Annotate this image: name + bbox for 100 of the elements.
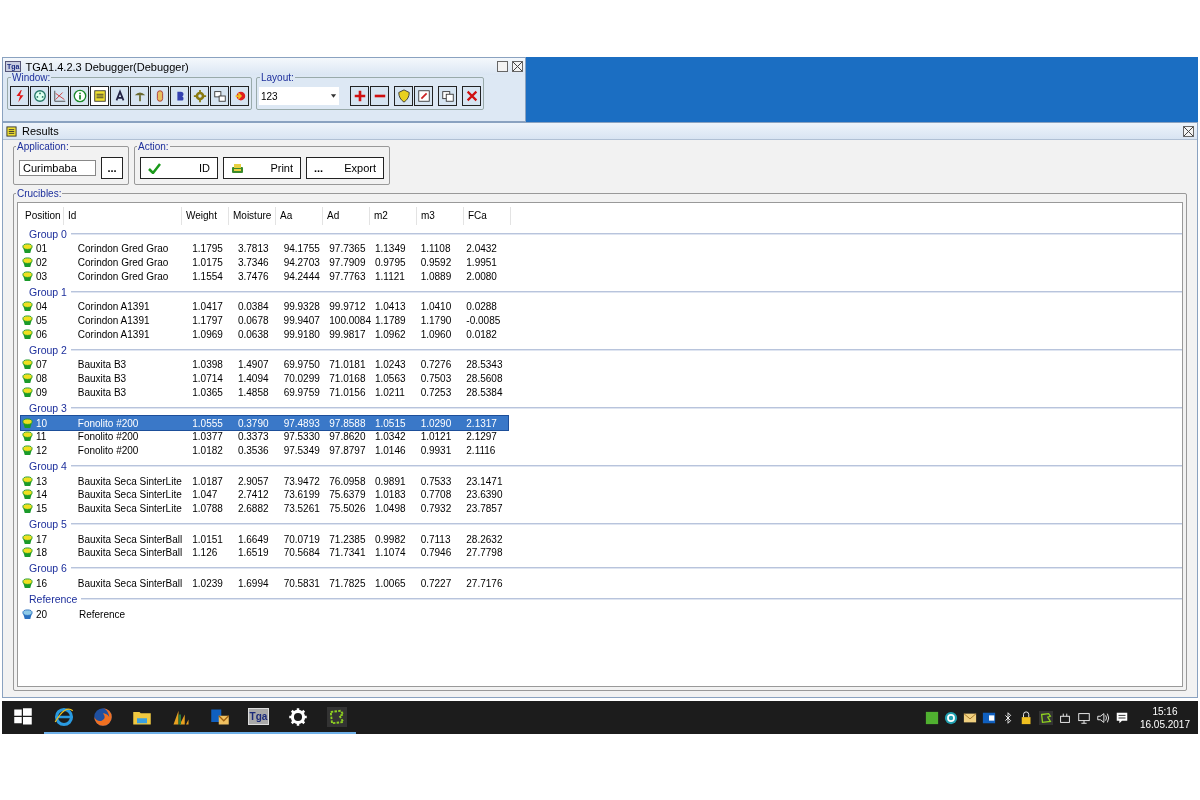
windows-logo-icon[interactable] bbox=[13, 706, 33, 727]
group-header[interactable]: Group 3 bbox=[29, 401, 67, 414]
table-cell[interactable]: 10 bbox=[33, 417, 74, 429]
dropdown-icon[interactable] bbox=[330, 93, 337, 99]
table-cell[interactable]: 08 bbox=[33, 373, 74, 385]
toolbar-button[interactable] bbox=[110, 86, 129, 106]
crucible-icon bbox=[22, 431, 33, 443]
table-cell[interactable]: 09 bbox=[33, 386, 74, 398]
table-cell-text: 1.1108 bbox=[419, 243, 452, 255]
crucible-icon bbox=[22, 444, 33, 456]
table-cell-text: Bauxita B3 bbox=[76, 373, 128, 385]
app-icon[interactable] bbox=[924, 710, 939, 725]
table-cell-text: 97.7909 bbox=[328, 257, 367, 269]
screenshot-tool-icon[interactable] bbox=[1038, 710, 1053, 725]
clock-time[interactable]: 15:16 bbox=[1152, 704, 1178, 718]
toolbar-button[interactable] bbox=[70, 86, 89, 106]
toolbar-button[interactable] bbox=[30, 86, 49, 106]
table-cell-text: 1.1554 bbox=[191, 270, 224, 282]
table-cell[interactable]: 14 bbox=[33, 489, 74, 501]
lock-icon[interactable] bbox=[1019, 710, 1034, 725]
table-cell-text: 94.1755 bbox=[282, 243, 321, 255]
toolbar-button[interactable] bbox=[150, 86, 169, 106]
notification-icon[interactable] bbox=[1114, 710, 1129, 725]
table-cell-text: 0.7708 bbox=[419, 489, 453, 501]
action-button[interactable]: ... Export bbox=[306, 157, 384, 179]
action-button[interactable]: Print bbox=[223, 157, 301, 179]
mail-icon[interactable] bbox=[981, 710, 996, 725]
application-field[interactable]: Curimbaba bbox=[19, 160, 96, 176]
table-cell[interactable]: 11 bbox=[33, 431, 74, 443]
crucible-icon bbox=[22, 475, 33, 487]
table-cell[interactable]: 17 bbox=[33, 533, 74, 545]
toolbar-button[interactable] bbox=[462, 86, 481, 106]
toolbar-button[interactable] bbox=[350, 86, 369, 106]
layout-combobox[interactable]: 123 bbox=[259, 87, 339, 105]
column-header[interactable]: Moisture bbox=[229, 207, 276, 225]
table-cell[interactable]: 20 bbox=[33, 608, 75, 620]
table-cell[interactable]: 15 bbox=[33, 502, 74, 514]
toolbar-button[interactable] bbox=[210, 86, 229, 106]
group-header[interactable]: Group 1 bbox=[29, 285, 67, 298]
column-header[interactable]: Id bbox=[64, 207, 182, 225]
table-cell[interactable]: 01 bbox=[33, 243, 74, 255]
close-icon[interactable] bbox=[1183, 125, 1194, 137]
toolbar-button[interactable] bbox=[50, 86, 69, 106]
table-cell[interactable]: 05 bbox=[33, 315, 74, 327]
table-cell-text: 100.0084 bbox=[328, 315, 371, 327]
toolbar-button[interactable] bbox=[90, 86, 109, 106]
column-header[interactable]: Position bbox=[21, 207, 64, 225]
table-cell-text: 73.6199 bbox=[282, 489, 321, 501]
table-cell-text: 69.9750 bbox=[282, 359, 321, 371]
taskbar-app[interactable]: Tga bbox=[239, 701, 278, 734]
clock-date[interactable]: 16.05.2017 bbox=[1139, 717, 1190, 731]
close-icon[interactable] bbox=[512, 61, 523, 72]
crucible-icon bbox=[22, 386, 33, 398]
table-cell-text: 76.0958 bbox=[328, 475, 367, 487]
action-button[interactable]: ID bbox=[140, 157, 218, 179]
table-cell[interactable]: 18 bbox=[33, 547, 74, 559]
table-cell-text: 28.5608 bbox=[465, 373, 504, 385]
table-cell-text: 70.0299 bbox=[282, 373, 321, 385]
group-header[interactable]: Group 6 bbox=[29, 562, 67, 575]
table-cell[interactable]: 12 bbox=[33, 444, 74, 456]
toolbar-button[interactable] bbox=[438, 86, 457, 106]
toolbar-button[interactable] bbox=[190, 86, 209, 106]
table-cell[interactable]: 13 bbox=[33, 475, 74, 487]
toolbar-button[interactable] bbox=[414, 86, 433, 106]
table-cell[interactable]: 06 bbox=[33, 328, 74, 340]
table-cell[interactable]: 07 bbox=[33, 359, 74, 371]
group-header[interactable]: Group 4 bbox=[29, 459, 67, 472]
circle-logo-icon[interactable] bbox=[943, 710, 958, 725]
toolbar-button[interactable] bbox=[230, 86, 249, 106]
column-header[interactable]: m2 bbox=[370, 207, 417, 225]
envelope-icon[interactable] bbox=[962, 710, 977, 725]
table-cell-text: 1.1797 bbox=[191, 315, 224, 327]
maximize-button[interactable] bbox=[497, 61, 508, 72]
selected-row[interactable]: 10 Fonolito #200 1.0555 0.3790 97.4893 97.8588 1.0515 1.0290 2.1317 bbox=[21, 416, 508, 430]
table-cell-text: 71.7825 bbox=[328, 578, 367, 590]
table-cell[interactable]: 02 bbox=[33, 257, 74, 269]
speaker-icon[interactable] bbox=[1095, 710, 1110, 725]
column-header[interactable]: Aa bbox=[276, 207, 323, 225]
table-cell-text: 1.9951 bbox=[465, 257, 498, 269]
column-header[interactable]: Weight bbox=[182, 207, 229, 225]
table-cell-text: 0.7276 bbox=[419, 359, 453, 371]
table-cell[interactable]: 03 bbox=[33, 270, 74, 282]
group-header[interactable]: Reference bbox=[29, 592, 78, 605]
table-cell-text: 94.2703 bbox=[282, 257, 321, 269]
toolbar-button[interactable] bbox=[370, 86, 389, 106]
group-header[interactable]: Group 0 bbox=[29, 227, 67, 240]
table-cell-text: 1.0788 bbox=[191, 502, 224, 514]
browse-button[interactable]: ... bbox=[101, 157, 123, 179]
toolbar-button[interactable] bbox=[10, 86, 29, 106]
column-header[interactable]: FCa bbox=[464, 207, 511, 225]
table-cell[interactable]: 16 bbox=[33, 578, 74, 590]
toolbar-button[interactable] bbox=[130, 86, 149, 106]
group-header[interactable]: Group 2 bbox=[29, 343, 67, 356]
toolbar-button[interactable] bbox=[394, 86, 413, 106]
toolbar-button[interactable] bbox=[170, 86, 189, 106]
column-header[interactable]: Ad bbox=[323, 207, 370, 225]
group-header[interactable]: Group 5 bbox=[29, 517, 67, 530]
network-icon[interactable] bbox=[1076, 710, 1091, 725]
column-header[interactable]: m3 bbox=[417, 207, 464, 225]
table-cell[interactable]: 04 bbox=[33, 301, 74, 313]
